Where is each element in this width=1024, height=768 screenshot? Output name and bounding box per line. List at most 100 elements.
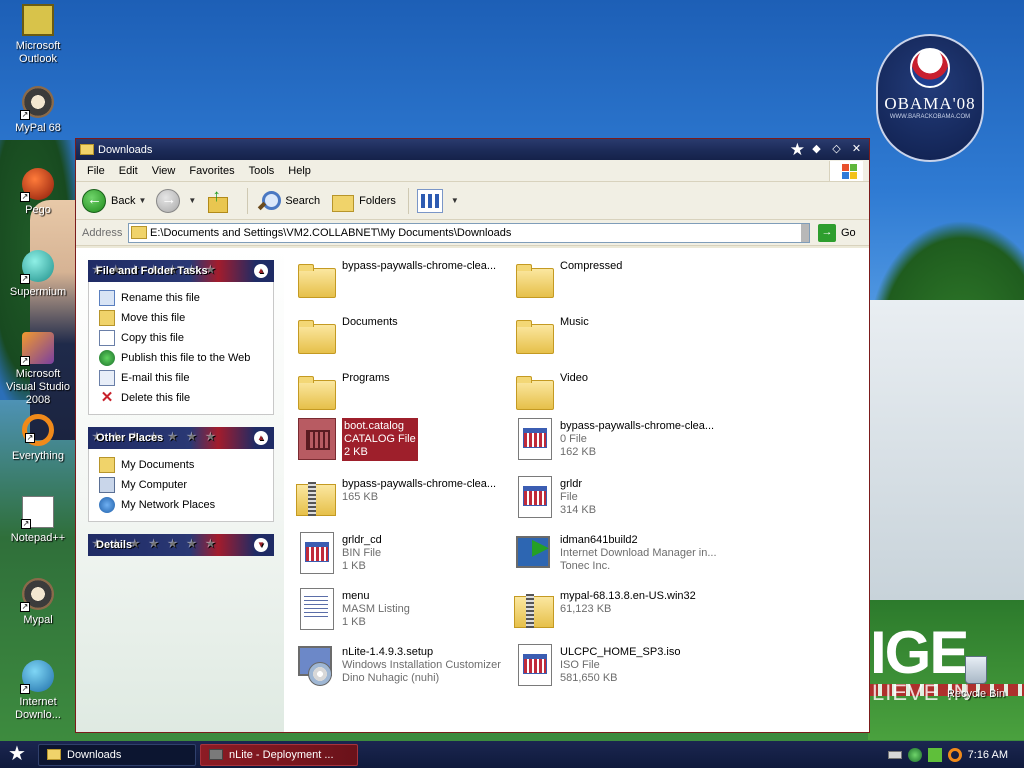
go-label: Go xyxy=(841,226,856,239)
menu-bar: File Edit View Favorites Tools Help xyxy=(76,160,869,182)
file-item-selected[interactable]: boot.catalog CATALOG File 2 KB xyxy=(294,416,504,461)
task-move[interactable]: Move this file xyxy=(99,308,273,328)
search-button[interactable]: Search xyxy=(256,189,320,213)
chevron-up-icon[interactable]: ▲ xyxy=(254,431,268,445)
obama-logo: OBAMA'08 WWW.BARACKOBAMA.COM xyxy=(876,34,984,162)
wallpaper-white-house xyxy=(868,300,1024,600)
task-label: Delete this file xyxy=(121,392,191,404)
file-size: 1 KB xyxy=(342,560,366,572)
file-item[interactable]: bypass-paywalls-chrome-clea... xyxy=(294,256,504,300)
file-name: Compressed xyxy=(560,260,623,272)
file-item[interactable]: idman641build2 Internet Download Manager… xyxy=(512,530,722,574)
task-publish[interactable]: Publish this file to the Web xyxy=(99,348,273,368)
panel-header[interactable]: Details ▼ xyxy=(88,534,274,556)
taskbar-button-nlite[interactable]: nLite - Deployment ... xyxy=(200,743,358,766)
menu-favorites[interactable]: Favorites xyxy=(182,165,241,177)
desktop-icon-idm[interactable]: ↗ Internet Downlo... xyxy=(0,660,76,722)
file-size: 1 KB xyxy=(342,616,366,628)
desktop-icon-recycle-bin[interactable]: Recycle Bin xyxy=(946,656,1006,700)
back-button[interactable]: Back ▼ xyxy=(82,188,146,213)
file-name: bypass-paywalls-chrome-clea... xyxy=(342,260,497,272)
desktop-icon-visual-studio[interactable]: ↗ Microsoft Visual Studio 2008 xyxy=(0,332,76,407)
address-input[interactable]: E:\Documents and Settings\VM2.COLLABNET\… xyxy=(128,222,810,243)
file-company: Tonec Inc. xyxy=(560,560,611,572)
forward-arrow-icon xyxy=(156,188,181,213)
file-item[interactable]: Video xyxy=(512,368,722,412)
panel-title: Other Places xyxy=(96,432,164,444)
generic-file-icon xyxy=(294,530,338,574)
folders-button[interactable]: Folders xyxy=(330,189,396,213)
menu-help[interactable]: Help xyxy=(281,165,318,177)
network-icon[interactable] xyxy=(907,747,922,762)
menu-view[interactable]: View xyxy=(145,165,183,177)
file-item[interactable]: nLite-1.4.9.3.setup Windows Installation… xyxy=(294,642,504,686)
keyboard-icon[interactable] xyxy=(887,750,902,759)
desktop-icon-notepadpp[interactable]: ↗ Notepad++ xyxy=(0,496,76,545)
menu-file[interactable]: File xyxy=(80,165,112,177)
zip-folder-icon xyxy=(294,474,338,518)
file-type: 0 File xyxy=(560,433,587,445)
taskbar-button-label: Downloads xyxy=(67,748,122,761)
task-email[interactable]: E-mail this file xyxy=(99,368,273,388)
forward-button[interactable]: ▼ xyxy=(156,188,196,213)
toolbar-separator xyxy=(407,187,409,214)
file-name: Documents xyxy=(342,316,398,328)
panel-header[interactable]: File and Folder Tasks ▲ xyxy=(88,260,274,282)
start-button[interactable]: ★ xyxy=(0,741,34,768)
file-item[interactable]: grldr File 314 KB xyxy=(512,474,722,518)
views-button[interactable]: ▼ xyxy=(416,188,459,213)
file-item[interactable]: mypal-68.13.8.en-US.win32 61,123 KB xyxy=(512,586,722,630)
file-item[interactable]: bypass-paywalls-chrome-clea... 165 KB xyxy=(294,474,504,518)
maximize-button[interactable]: ◇ xyxy=(828,141,845,158)
task-rename[interactable]: Rename this file xyxy=(99,288,273,308)
file-name: menu xyxy=(342,590,370,602)
file-type: Windows Installation Customizer xyxy=(342,659,501,671)
desktop-icon-mypal68[interactable]: ↗ MyPal 68 xyxy=(0,86,76,135)
place-my-network[interactable]: My Network Places xyxy=(99,495,273,515)
search-icon xyxy=(256,189,282,213)
chevron-down-icon[interactable]: ▼ xyxy=(138,196,146,205)
file-item[interactable]: menu MASM Listing 1 KB xyxy=(294,586,504,630)
address-dropdown[interactable] xyxy=(801,223,809,242)
minimize-button[interactable]: ◆ xyxy=(808,141,825,158)
up-button[interactable] xyxy=(206,186,235,213)
file-item[interactable]: Documents xyxy=(294,312,504,356)
desktop-icon-everything[interactable]: ↗ Everything xyxy=(0,414,76,463)
desktop-icon-outlook[interactable]: Microsoft Outlook xyxy=(0,4,76,66)
place-my-documents[interactable]: My Documents xyxy=(99,455,273,475)
file-item[interactable]: Compressed xyxy=(512,256,722,300)
address-value: E:\Documents and Settings\VM2.COLLABNET\… xyxy=(150,226,512,239)
search-icon[interactable] xyxy=(947,747,962,762)
catalog-file-icon xyxy=(294,416,338,460)
desktop-icon-label: Microsoft Visual Studio 2008 xyxy=(5,368,70,406)
file-item[interactable]: grldr_cd BIN File 1 KB xyxy=(294,530,504,574)
desktop-icon-supermium[interactable]: ↗ Supermium xyxy=(0,250,76,299)
file-item[interactable]: ULCPC_HOME_SP3.iso ISO File 581,650 KB xyxy=(512,642,722,686)
task-label: Copy this file xyxy=(121,332,184,344)
task-delete[interactable]: ✕ Delete this file xyxy=(99,388,273,408)
file-type: MASM Listing xyxy=(342,603,410,615)
panel-header[interactable]: Other Places ▲ xyxy=(88,427,274,449)
desktop-icon-pego[interactable]: ↗ Pego xyxy=(0,168,76,217)
title-bar[interactable]: Downloads ★ ◆ ◇ ✕ xyxy=(76,139,869,160)
menu-edit[interactable]: Edit xyxy=(112,165,145,177)
visual-studio-icon: ↗ xyxy=(20,332,54,366)
chevron-down-icon[interactable]: ▼ xyxy=(451,196,459,205)
security-icon[interactable] xyxy=(927,747,942,762)
chevron-up-icon[interactable]: ▲ xyxy=(254,264,268,278)
place-my-computer[interactable]: My Computer xyxy=(99,475,273,495)
file-item[interactable]: Programs xyxy=(294,368,504,412)
desktop-icon-mypal[interactable]: ↗ Mypal xyxy=(0,578,76,627)
task-copy[interactable]: Copy this file xyxy=(99,328,273,348)
chevron-down-icon[interactable]: ▼ xyxy=(254,538,268,552)
file-item[interactable]: bypass-paywalls-chrome-clea... 0 File 16… xyxy=(512,416,722,460)
chevron-down-icon[interactable]: ▼ xyxy=(188,196,196,205)
close-button[interactable]: ✕ xyxy=(848,141,865,158)
go-button[interactable]: → Go xyxy=(818,223,856,242)
taskbar-button-downloads[interactable]: Downloads xyxy=(38,743,196,766)
desktop-icon-label: Recycle Bin xyxy=(946,688,1006,700)
nlite-icon xyxy=(209,749,223,760)
clock[interactable]: 7:16 AM xyxy=(968,749,1008,761)
menu-tools[interactable]: Tools xyxy=(242,165,282,177)
file-item[interactable]: Music xyxy=(512,312,722,356)
